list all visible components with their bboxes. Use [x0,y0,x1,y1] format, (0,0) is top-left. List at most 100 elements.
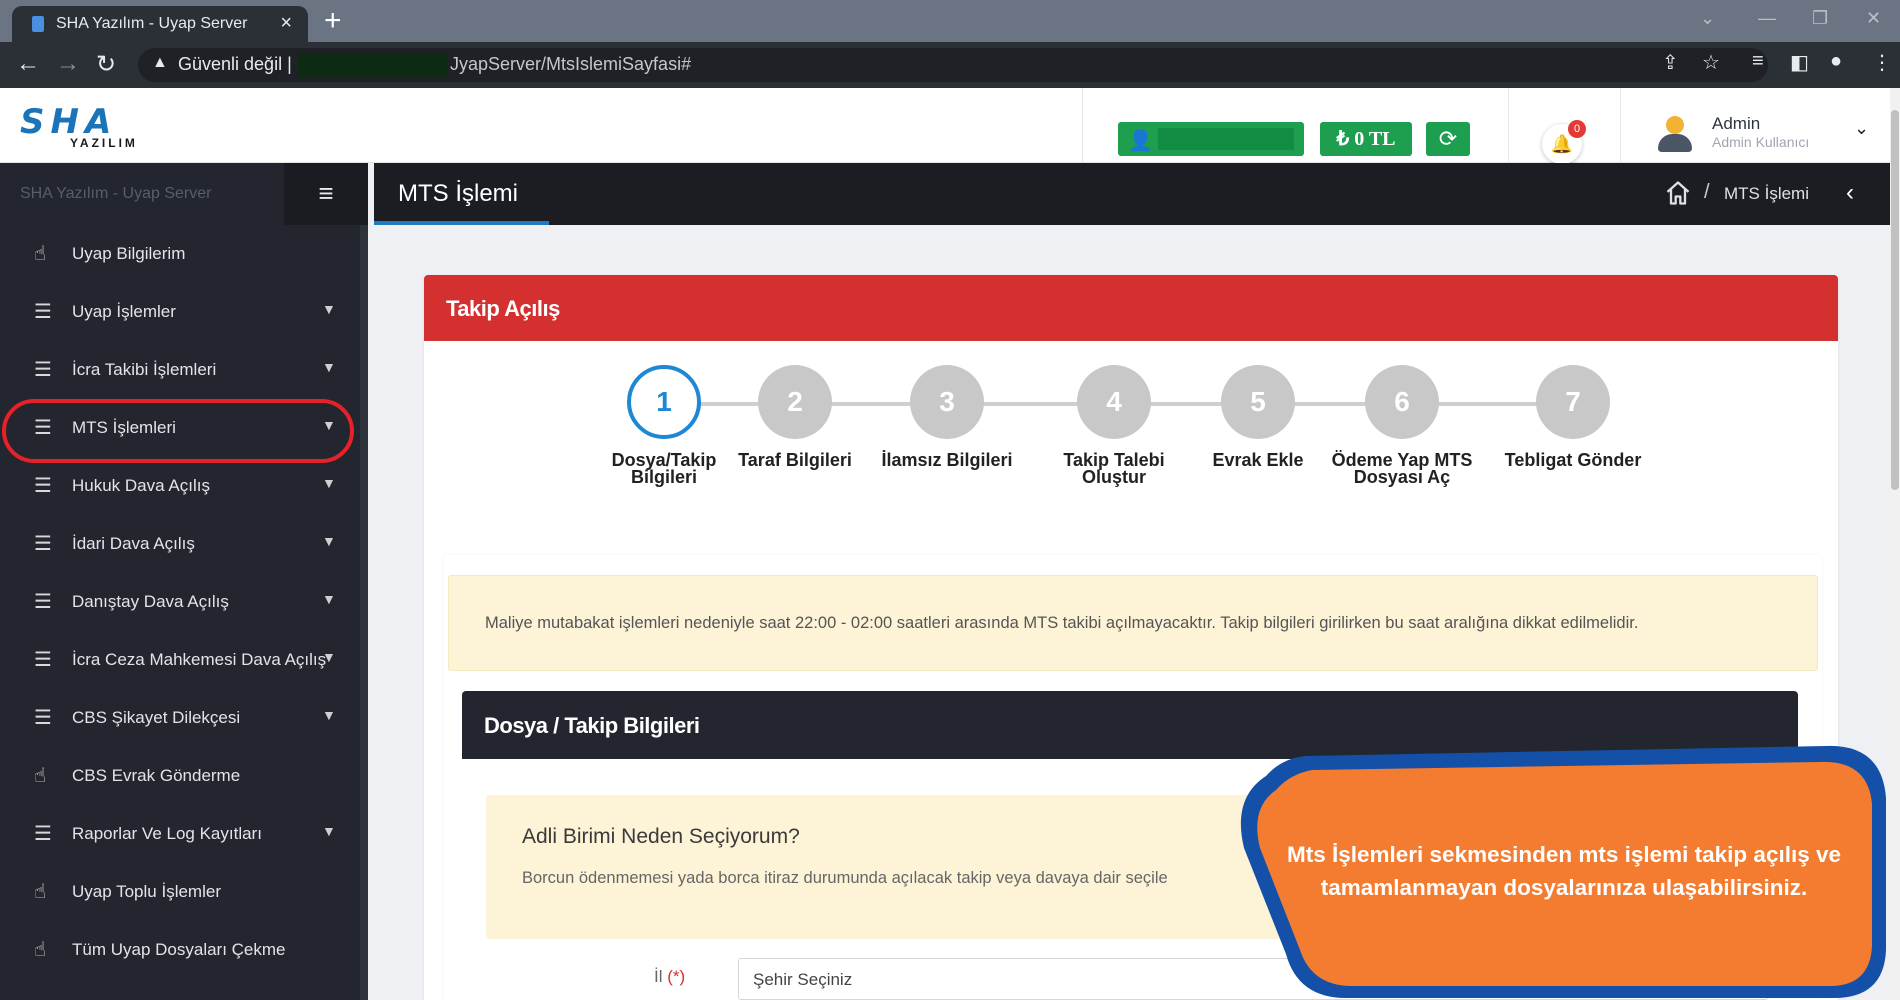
side-panel-icon[interactable]: ◧ [1790,50,1809,75]
browser-tab-bar: SHA Yazılım - Uyap Server × + ⌄ — ❐ ✕ [0,0,1900,42]
pointer-hand-icon: ☝ [34,881,47,903]
tab-title: SHA Yazılım - Uyap Server [56,15,248,32]
chevron-down-icon: ▼ [322,359,336,375]
pointer-hand-icon: ☝ [34,243,47,265]
address-bar[interactable]: ▲ Güvenli değil | JyapServer/MtsIslemiSa… [138,48,1768,82]
sha-logo[interactable]: SHA YAZILIM [20,102,140,152]
window-close-icon[interactable]: ✕ [1866,8,1881,29]
back-icon[interactable]: ← [16,50,40,78]
step-circle: 7 [1536,365,1610,439]
bookmark-star-icon[interactable]: ☆ [1702,50,1720,75]
user-role: Admin Kullanıcı [1712,134,1810,150]
chevron-down-icon[interactable]: ⌄ [1854,118,1869,139]
mts-highlight-ring [2,399,354,463]
security-label[interactable]: Güvenli değil | [178,54,292,75]
menu-kebab-icon[interactable]: ⋮ [1872,50,1892,75]
chevron-down-icon: ▼ [322,475,336,491]
chevron-down-icon: ▼ [322,301,336,317]
sidebar-item-uyap-islemler[interactable]: ☰ Uyap İşlemler ▼ [0,283,368,341]
refresh-icon: ⟳ [1438,126,1458,151]
maximize-icon[interactable]: ❐ [1812,8,1828,29]
user-account-chip[interactable]: 👤 [1118,122,1304,156]
notification-button[interactable]: 🔔 0 [1542,120,1586,164]
page-title-bar: MTS İşlemi / MTS İşlemi ‹ [374,163,1890,225]
browser-toolbar: ← → ↻ ▲ Güvenli değil | JyapServer/MtsIs… [0,42,1900,88]
new-tab-icon[interactable]: + [324,4,342,38]
bell-icon: 🔔 [1550,134,1574,154]
tab-close-icon[interactable]: × [280,12,292,35]
redacted-host [298,53,448,77]
step-label: Taraf Bilgileri [738,450,852,470]
sidebar-item-danistay-dava[interactable]: ☰ Danıştay Dava Açılış ▼ [0,573,368,631]
step-label: Ödeme Yap MTS Dosyası Aç [1331,450,1473,487]
sidebar-item-uyap-toplu[interactable]: ☝ Uyap Toplu İşlemler [0,863,368,921]
breadcrumb: MTS İşlemi [1724,184,1809,203]
user-icon: 👤 [1128,130,1153,152]
minimize-icon[interactable]: — [1758,8,1776,29]
profile-icon[interactable]: ● [1830,50,1842,73]
chevron-down-icon: ▼ [322,823,336,839]
sidebar-scrollbar[interactable] [360,225,368,1000]
step-circle: 1 [627,365,701,439]
sidebar-item-icra-ceza[interactable]: ☰ İcra Ceza Mahkemesi Dava Açılış ▼ [0,631,368,689]
step-circle: 4 [1077,365,1151,439]
section-title: Dosya / Takip Bilgileri [484,713,700,738]
page-scrollbar[interactable] [1890,88,1900,1000]
redacted-username [1158,128,1294,150]
app-header: SHA YAZILIM 👤 ₺ 0 TL ⟳ 🔔 0 Admin Admin K… [0,88,1890,164]
sidebar: SHA Yazılım - Uyap Server ≡ ☝ Uyap Bilgi… [0,163,368,1000]
media-control-icon[interactable]: ≡ [1752,50,1764,73]
sidebar-brand[interactable]: SHA Yazılım - Uyap Server [20,185,211,203]
pointer-hand-icon: ☝ [34,765,47,787]
url-text[interactable]: JyapServer/MtsIslemiSayfasi# [450,54,691,75]
user-name[interactable]: Admin [1712,114,1760,134]
chevron-down-icon: ▼ [322,649,336,665]
step-circle: 6 [1365,365,1439,439]
stack-icon: ☰ [34,707,52,729]
maintenance-warning: Maliye mutabakat işlemleri nedeniyle saa… [448,575,1818,671]
tab-search-icon[interactable]: ⌄ [1700,8,1715,29]
info-text: Borcun ödenmemesi yada borca itiraz duru… [522,869,1168,887]
notification-badge: 0 [1568,120,1586,138]
stack-icon: ☰ [34,475,52,497]
stack-icon: ☰ [34,359,52,381]
sidebar-toggle-button[interactable]: ≡ [284,163,368,225]
step-label: İlamsız Bilgileri [881,450,1013,470]
reload-icon[interactable]: ↻ [96,50,116,79]
sidebar-item-tum-uyap-dosyalari[interactable]: ☝ Tüm Uyap Dosyaları Çekme [0,921,368,979]
chevron-down-icon: ▼ [322,707,336,723]
sidebar-item-hukuk-dava[interactable]: ☰ Hukuk Dava Açılış ▼ [0,457,368,515]
stack-icon: ☰ [34,533,52,555]
il-label: İl (*) [654,967,686,986]
step-circle: 3 [910,365,984,439]
avatar[interactable] [1656,116,1692,154]
chevron-down-icon: ▼ [322,533,336,549]
forward-icon[interactable]: → [56,50,80,78]
info-title: Adli Birimi Neden Seçiyorum? [522,825,800,848]
step-circle: 2 [758,365,832,439]
tab-favicon-icon [32,16,44,32]
stack-icon: ☰ [34,591,52,613]
breadcrumb-separator: / [1704,181,1710,203]
sidebar-item-icra-takibi[interactable]: ☰ İcra Takibi İşlemleri ▼ [0,341,368,399]
share-icon[interactable]: ⇪ [1662,50,1679,75]
page-title: MTS İşlemi [398,180,518,207]
callout-text: Mts İşlemleri sekmesinden mts işlemi tak… [1286,842,1842,900]
browser-tab[interactable]: SHA Yazılım - Uyap Server × [12,6,308,42]
step-circle: 5 [1221,365,1295,439]
stack-icon: ☰ [34,649,52,671]
sidebar-item-uyap-bilgilerim[interactable]: ☝ Uyap Bilgilerim [0,225,368,283]
card-title: Takip Açılış [446,296,560,321]
chevron-down-icon: ▼ [322,591,336,607]
home-icon[interactable] [1664,179,1692,207]
sidebar-item-cbs-evrak[interactable]: ☝ CBS Evrak Gönderme [0,747,368,805]
warning-icon[interactable]: ▲ [152,54,168,72]
stack-icon: ☰ [34,301,52,323]
sidebar-item-idari-dava[interactable]: ☰ İdari Dava Açılış ▼ [0,515,368,573]
wizard-steps: 1 Dosya/Takip Bilgileri 2 Taraf Bilgiler… [424,365,1838,505]
sidebar-item-raporlar[interactable]: ☰ Raporlar Ve Log Kayıtları ▼ [0,805,368,863]
balance-button[interactable]: ₺ 0 TL [1320,122,1412,156]
refresh-button[interactable]: ⟳ [1426,122,1470,156]
sidebar-item-cbs-sikayet[interactable]: ☰ CBS Şikayet Dilekçesi ▼ [0,689,368,747]
chevron-left-icon[interactable]: ‹ [1846,179,1854,207]
